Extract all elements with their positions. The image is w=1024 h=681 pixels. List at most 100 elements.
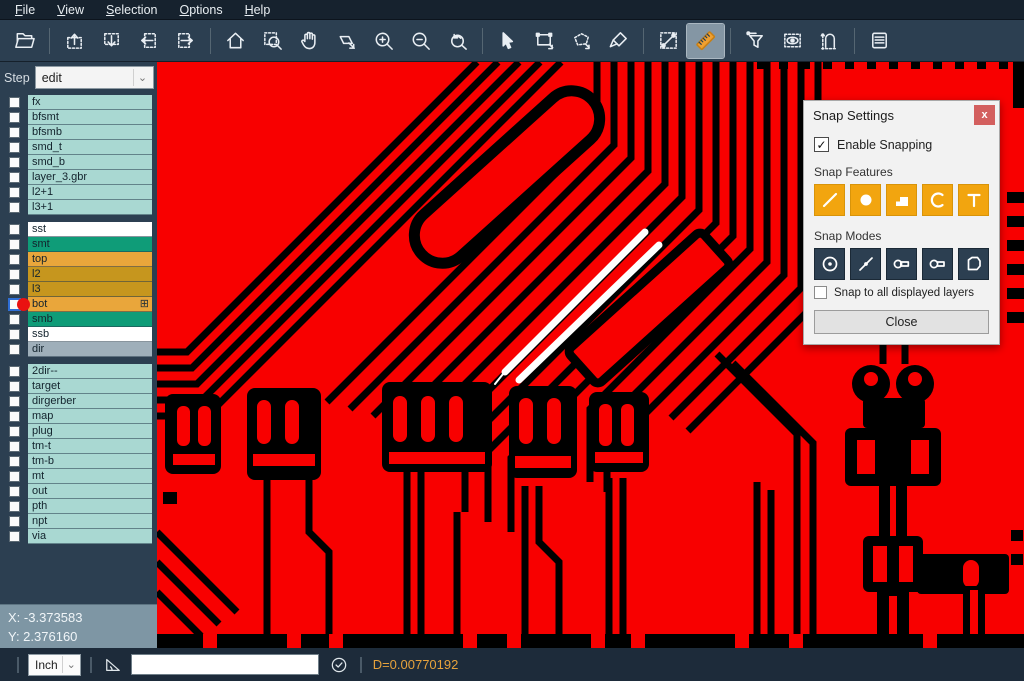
layer-checkbox[interactable] [9,441,20,452]
zoom-in-button[interactable] [365,24,402,58]
zoom-window-button[interactable] [254,24,291,58]
enable-snapping-checkbox[interactable]: ✓ [814,137,829,152]
layer-checkbox[interactable] [9,366,20,377]
layer-checkbox[interactable] [9,329,20,340]
snap-center-button[interactable] [814,248,845,280]
zoom-previous-button[interactable] [439,24,476,58]
snap-text-button[interactable] [958,184,989,216]
layer-row-smd_t[interactable]: smd_t [0,140,152,155]
measure-line-button[interactable] [650,24,687,58]
measure-path-button[interactable] [811,24,848,58]
layer-row-map[interactable]: map [0,409,152,424]
layer-checkbox[interactable] [9,516,20,527]
layer-row-layer_3.gbr[interactable]: layer_3.gbr [0,170,152,185]
layer-checkbox[interactable] [9,471,20,482]
menu-view[interactable]: View [46,0,95,20]
select-polygon-button[interactable] [563,24,600,58]
select-rectangle-button[interactable] [526,24,563,58]
all-layers-checkbox[interactable] [814,286,827,299]
menu-options[interactable]: Options [168,0,233,20]
layer-row-2dir--[interactable]: 2dir-- [0,364,152,379]
select-arrow-button[interactable] [489,24,526,58]
snap-midpoint-button[interactable] [850,248,881,280]
layer-row-tm-b[interactable]: tm-b [0,454,152,469]
import-left-button[interactable] [130,24,167,58]
layer-row-l3[interactable]: l3 [0,282,152,297]
layer-checkbox[interactable] [9,142,20,153]
layer-row-tm-t[interactable]: tm-t [0,439,152,454]
layer-row-dirgerber[interactable]: dirgerber [0,394,152,409]
layer-row-out[interactable]: out [0,484,152,499]
import-down-button[interactable] [93,24,130,58]
layer-row-sst[interactable]: sst [0,222,152,237]
layer-row-pth[interactable]: pth [0,499,152,514]
layer-row-via[interactable]: via [0,529,152,544]
snap-contour-button[interactable] [958,248,989,280]
layer-row-smb[interactable]: smb [0,312,152,327]
layer-checkbox[interactable] [9,239,20,250]
zoom-out-button[interactable] [402,24,439,58]
layer-row-smd_b[interactable]: smd_b [0,155,152,170]
layer-checkbox[interactable] [9,224,20,235]
layer-checkbox[interactable] [9,396,20,407]
layer-checkbox[interactable] [9,501,20,512]
layer-checkbox[interactable] [9,381,20,392]
home-button[interactable] [217,24,254,58]
layer-row-fx[interactable]: fx [0,95,152,110]
layer-row-mt[interactable]: mt [0,469,152,484]
layer-checkbox[interactable] [9,344,20,355]
layer-checkbox[interactable] [9,157,20,168]
import-up-button[interactable] [56,24,93,58]
menu-selection[interactable]: Selection [95,0,168,20]
snap-slot-closed-button[interactable] [886,248,917,280]
layer-checkbox[interactable] [9,314,20,325]
all-layers-row[interactable]: Snap to all displayed layers [814,286,989,299]
layer-checkbox[interactable] [9,456,20,467]
layer-row-bfsmt[interactable]: bfsmt [0,110,152,125]
snap-arc-button[interactable] [922,184,953,216]
zoom-object-button[interactable] [328,24,365,58]
layer-checkbox[interactable] [9,531,20,542]
pan-hand-button[interactable] [291,24,328,58]
layer-row-l2[interactable]: l2 [0,267,152,282]
layer-row-target[interactable]: target [0,379,152,394]
layer-checkbox[interactable] [9,284,20,295]
layer-row-dir[interactable]: dir [0,342,152,357]
close-button[interactable]: Close [814,310,989,334]
layer-row-ssb[interactable]: ssb [0,327,152,342]
close-icon[interactable]: x [974,105,995,125]
snap-slot-open-button[interactable] [922,248,953,280]
layer-checkbox[interactable] [9,112,20,123]
step-select[interactable]: edit ⌄ [35,66,154,89]
layer-row-plug[interactable]: plug [0,424,152,439]
layer-checkbox[interactable] [9,486,20,497]
brush-button[interactable] [600,24,637,58]
import-right-button[interactable] [167,24,204,58]
layer-row-top[interactable]: top [0,252,152,267]
layer-row-l3+1[interactable]: l3+1 [0,200,152,215]
layer-checkbox[interactable] [9,187,20,198]
snap-line-button[interactable] [814,184,845,216]
layer-row-npt[interactable]: npt [0,514,152,529]
snap-surface-button[interactable] [886,184,917,216]
ruler-button[interactable] [687,24,724,58]
report-button[interactable] [861,24,898,58]
view-eye-button[interactable] [774,24,811,58]
menu-file[interactable]: File [4,0,46,20]
open-folder-button[interactable] [6,24,43,58]
layer-checkbox[interactable] [9,411,20,422]
layer-checkbox[interactable] [9,269,20,280]
layer-checkbox[interactable] [9,127,20,138]
dialog-titlebar[interactable]: Snap Settings x [804,101,999,129]
layer-row-l2+1[interactable]: l2+1 [0,185,152,200]
layer-checkbox[interactable] [9,172,20,183]
layer-row-bot[interactable]: bot⊞ [0,297,152,312]
layer-checkbox[interactable] [9,426,20,437]
snap-circle-button[interactable] [850,184,881,216]
unit-select[interactable]: Inch ⌄ [28,654,81,676]
measure-input[interactable] [131,654,319,675]
layer-checkbox[interactable] [9,254,20,265]
filter-button[interactable] [737,24,774,58]
layer-row-bfsmb[interactable]: bfsmb [0,125,152,140]
layer-checkbox[interactable] [9,202,20,213]
